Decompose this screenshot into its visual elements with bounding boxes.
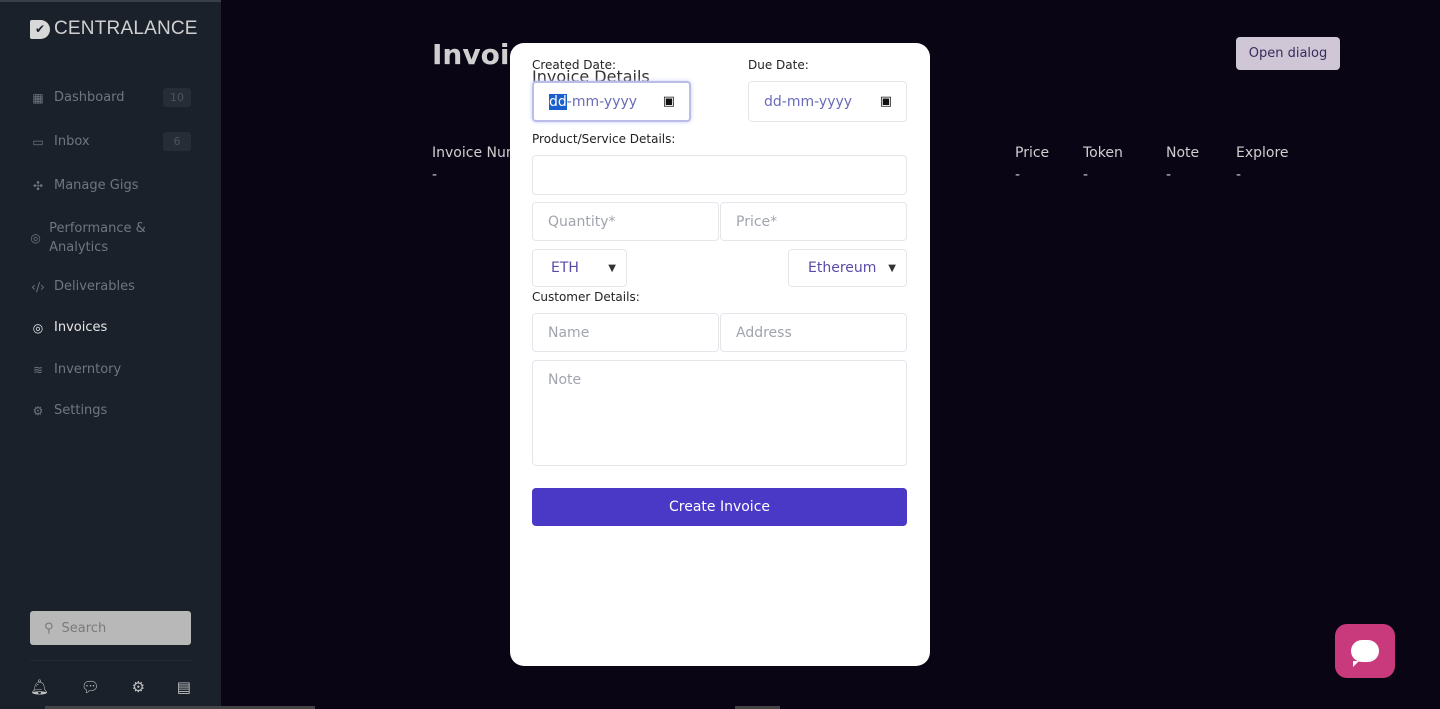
created-date-input[interactable]: dd -mm-yyyy ▣ bbox=[532, 81, 691, 122]
calendar-icon[interactable]: ▣ bbox=[663, 94, 675, 109]
bell-icon[interactable]: 🔔︎ bbox=[30, 678, 49, 696]
table-cell: - bbox=[1166, 167, 1172, 183]
search-icon: ⚲ bbox=[44, 620, 54, 636]
name-placeholder: Name bbox=[548, 324, 590, 341]
product-input[interactable] bbox=[532, 155, 907, 195]
chevron-down-icon: ▼ bbox=[888, 262, 896, 274]
compass-icon: ◎ bbox=[30, 231, 41, 245]
sidebar-item-label: Invoices bbox=[54, 320, 108, 335]
column-header: Note bbox=[1166, 145, 1200, 161]
sidebar-item-dashboard[interactable]: ▦ Dashboard 10 bbox=[30, 88, 191, 107]
logo[interactable]: ✔ CENTRALANCE bbox=[30, 18, 198, 40]
sidebar-item-label: Inbox bbox=[54, 134, 90, 149]
archive-icon[interactable]: ▤ bbox=[177, 678, 191, 696]
bottom-toolbar: 🔔︎ 💬︎ ⚙ ▤ bbox=[30, 678, 191, 696]
chat-widget-button[interactable] bbox=[1335, 624, 1395, 678]
compass-icon: ◎ bbox=[32, 320, 44, 335]
column-header: Explore bbox=[1236, 145, 1289, 161]
gear-icon: ⚙ bbox=[32, 403, 44, 418]
network-select[interactable]: Ethereum ▼ bbox=[788, 249, 907, 287]
code-icon: ‹/› bbox=[31, 279, 45, 294]
due-date-input[interactable]: dd-mm-yyyy ▣ bbox=[748, 81, 907, 122]
invoice-dialog: Created Date: Invoice Details Due Date: … bbox=[510, 43, 930, 666]
sidebar-item-manage-gigs[interactable]: ✣ Manage Gigs bbox=[30, 178, 191, 193]
sidebar-item-label: Settings bbox=[54, 403, 108, 418]
layers-icon: ≋ bbox=[32, 362, 44, 377]
count-badge: 10 bbox=[163, 88, 191, 107]
divider bbox=[30, 660, 191, 661]
product-label: Product/Service Details: bbox=[532, 132, 676, 146]
grid-icon: ▦ bbox=[32, 90, 44, 105]
calendar-icon[interactable]: ▣ bbox=[880, 94, 892, 109]
column-header: Token bbox=[1083, 145, 1123, 161]
gear-icon[interactable]: ⚙ bbox=[132, 678, 145, 696]
token-value: ETH bbox=[551, 260, 579, 276]
search-placeholder: Search bbox=[61, 620, 107, 636]
open-dialog-button[interactable]: Open dialog bbox=[1236, 37, 1340, 70]
table-cell: - bbox=[1083, 167, 1089, 183]
sidebar-item-label: Performance & Analytics bbox=[49, 221, 146, 255]
sidebar-item-label: Deliverables bbox=[54, 279, 135, 294]
column-header: Invoice Num bbox=[432, 145, 520, 161]
chevron-down-icon: ▼ bbox=[608, 262, 616, 274]
token-select[interactable]: ETH ▼ bbox=[532, 249, 627, 287]
sidebar-item-inventory[interactable]: ≋ Inverntory bbox=[30, 362, 191, 377]
address-input[interactable]: Address bbox=[720, 313, 907, 352]
table-cell: - bbox=[432, 167, 438, 183]
quantity-placeholder: Quantity* bbox=[548, 213, 616, 230]
inbox-icon: ▭ bbox=[32, 134, 44, 149]
sidebar-item-invoices[interactable]: ◎ Invoices bbox=[30, 320, 191, 335]
due-date-label: Due Date: bbox=[748, 58, 809, 72]
customer-label: Customer Details: bbox=[532, 290, 640, 304]
chat-bubble-icon bbox=[1351, 640, 1379, 667]
date-rest-segment: -mm-yyyy bbox=[566, 93, 638, 110]
table-cell: - bbox=[1015, 167, 1021, 183]
price-input[interactable]: Price* bbox=[720, 202, 907, 241]
chat-icon[interactable]: 💬︎ bbox=[81, 678, 100, 696]
sidebar-item-inbox[interactable]: ▭ Inbox 6 bbox=[30, 132, 191, 151]
column-header: Price bbox=[1015, 145, 1050, 161]
count-badge: 6 bbox=[163, 132, 191, 151]
price-placeholder: Price* bbox=[736, 213, 778, 230]
sidebar-item-label: Dashboard bbox=[54, 90, 125, 105]
sidebar-item-settings[interactable]: ⚙ Settings bbox=[30, 403, 191, 418]
sidebar: ✔ CENTRALANCE ▦ Dashboard 10 ▭ Inbox 6 ✣ Mana… bbox=[0, 0, 221, 709]
logo-check-icon: ✔ bbox=[30, 19, 50, 39]
sidebar-item-label: Manage Gigs bbox=[54, 178, 139, 193]
puzzle-icon: ✣ bbox=[32, 178, 44, 193]
name-input[interactable]: Name bbox=[532, 313, 719, 352]
create-invoice-button[interactable]: Create Invoice bbox=[532, 488, 907, 526]
note-placeholder: Note bbox=[548, 372, 582, 388]
date-day-segment: dd bbox=[549, 93, 567, 110]
table-cell: - bbox=[1236, 167, 1242, 183]
brand-name: CENTRALANCE bbox=[54, 18, 198, 39]
sidebar-item-label: Inverntory bbox=[54, 362, 122, 377]
sidebar-item-deliverables[interactable]: ‹/› Deliverables bbox=[30, 279, 191, 294]
quantity-input[interactable]: Quantity* bbox=[532, 202, 719, 241]
network-value: Ethereum bbox=[808, 260, 877, 276]
date-placeholder: dd-mm-yyyy bbox=[764, 93, 853, 110]
sidebar-item-performance[interactable]: ◎ Performance & Analytics bbox=[30, 219, 160, 257]
address-placeholder: Address bbox=[736, 324, 792, 341]
search-input[interactable]: ⚲ Search bbox=[30, 611, 191, 645]
note-textarea[interactable]: Note bbox=[532, 360, 907, 466]
